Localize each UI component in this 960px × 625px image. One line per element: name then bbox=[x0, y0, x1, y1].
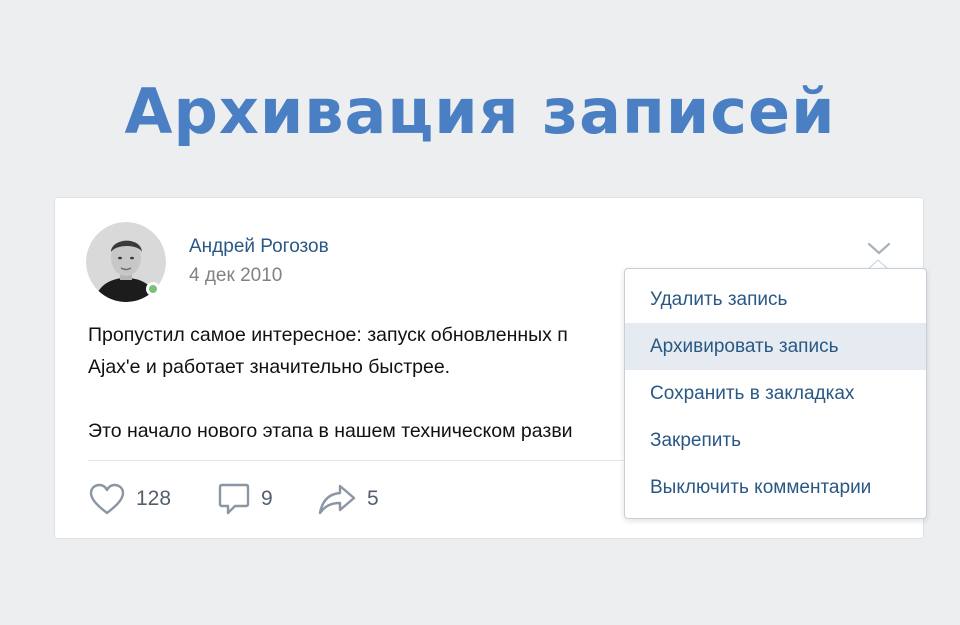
page-headline: Архивация записей bbox=[124, 75, 836, 148]
post-text: Пропустил самое интересное: запуск обнов… bbox=[88, 319, 648, 447]
like-button[interactable]: 128 bbox=[88, 481, 171, 517]
menu-item-bookmark[interactable]: Сохранить в закладках bbox=[625, 370, 926, 417]
comment-count: 9 bbox=[261, 487, 273, 510]
author-name[interactable]: Андрей Рогозов bbox=[189, 236, 329, 258]
share-count: 5 bbox=[367, 487, 379, 510]
comment-icon bbox=[218, 483, 250, 515]
share-icon bbox=[318, 484, 356, 515]
menu-item-pin[interactable]: Закрепить bbox=[625, 417, 926, 464]
chevron-down-icon bbox=[867, 242, 891, 255]
menu-item-delete[interactable]: Удалить запись bbox=[625, 276, 926, 323]
online-indicator bbox=[146, 282, 160, 296]
comment-button[interactable]: 9 bbox=[217, 481, 273, 517]
post-text-line: Пропустил самое интересное: запуск обнов… bbox=[88, 324, 568, 346]
menu-item-archive[interactable]: Архивировать запись bbox=[625, 323, 926, 370]
post-date[interactable]: 4 дек 2010 bbox=[189, 265, 282, 287]
post-text-line: Ajax'е и работает значительно быстрее. bbox=[88, 356, 451, 378]
post-text-line: Это начало нового этапа в нашем техничес… bbox=[88, 420, 573, 442]
share-button[interactable]: 5 bbox=[317, 481, 379, 517]
like-count: 128 bbox=[136, 487, 172, 510]
avatar[interactable] bbox=[86, 222, 166, 302]
heart-icon bbox=[89, 483, 125, 515]
post-menu-toggle[interactable] bbox=[865, 238, 893, 258]
post-actions-menu: Удалить запись Архивировать запись Сохра… bbox=[624, 268, 927, 519]
menu-item-disable-comments[interactable]: Выключить комментарии bbox=[625, 464, 926, 511]
